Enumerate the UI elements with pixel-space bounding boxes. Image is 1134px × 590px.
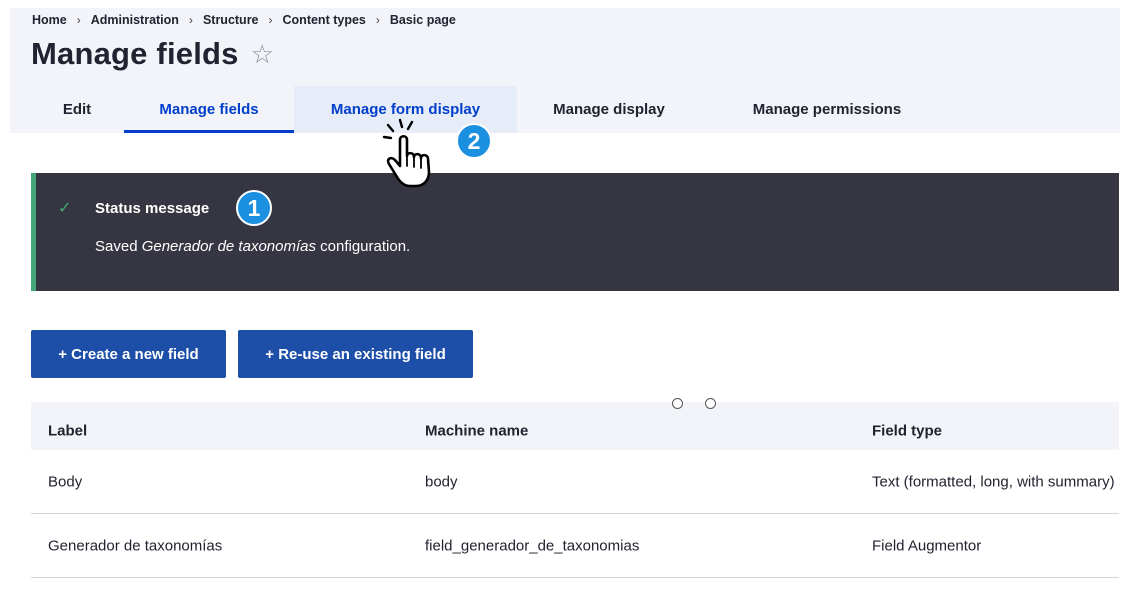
hand-pointer-cursor-icon: [382, 118, 431, 188]
row-machine-name: field_generador_de_taxonomias: [425, 537, 640, 554]
column-header-machine-name: Machine name: [425, 422, 529, 440]
status-text-entity: Generador de taxonomías: [141, 238, 316, 255]
step-badge-1: 1: [236, 190, 272, 226]
loading-dot: [705, 398, 716, 409]
check-icon: ✓: [58, 200, 72, 217]
breadcrumb-content-types[interactable]: Content types: [283, 13, 366, 27]
breadcrumb-administration[interactable]: Administration: [91, 13, 179, 27]
breadcrumb-separator: ›: [268, 13, 273, 27]
breadcrumb-separator: ›: [76, 13, 81, 27]
status-text-after: configuration.: [315, 238, 411, 255]
row-field-type: Text (formatted, long, with summary): [872, 473, 1115, 490]
reuse-existing-field-button[interactable]: + Re-use an existing field: [238, 330, 473, 378]
status-text: Saved Generador de taxonomías configurat…: [95, 238, 410, 255]
page-title-row: Manage fields ☆: [31, 36, 274, 72]
breadcrumb-separator: ›: [375, 13, 380, 27]
status-message: ✓ Status message Saved Generador de taxo…: [31, 173, 1119, 291]
breadcrumb: Home › Administration › Structure › Cont…: [32, 13, 456, 27]
loading-dot: [672, 398, 683, 409]
breadcrumb-structure[interactable]: Structure: [203, 13, 259, 27]
tab-manage-permissions[interactable]: Manage permissions: [701, 86, 953, 133]
primary-tabs: Edit Manage fields Manage form display M…: [30, 86, 953, 133]
column-header-field-type: Field type: [872, 422, 943, 440]
tab-manage-display[interactable]: Manage display: [517, 86, 701, 133]
table-row: Generador de taxonomías field_generador_…: [31, 514, 1119, 578]
tab-manage-fields[interactable]: Manage fields: [124, 86, 294, 133]
tab-edit[interactable]: Edit: [30, 86, 124, 133]
table-row: Body body Text (formatted, long, with su…: [31, 450, 1119, 514]
star-icon[interactable]: ☆: [251, 41, 274, 67]
row-machine-name: body: [425, 473, 458, 490]
page-title: Manage fields: [31, 36, 239, 71]
step-badge-2: 2: [456, 123, 492, 159]
breadcrumb-separator: ›: [188, 13, 193, 27]
status-title: Status message: [95, 200, 210, 217]
status-text-before: Saved: [95, 238, 142, 255]
breadcrumb-home[interactable]: Home: [32, 13, 67, 27]
fields-table: Label Machine name Field type Body body …: [31, 402, 1119, 578]
row-label: Generador de taxonomías: [48, 537, 223, 554]
table-header: Label Machine name Field type: [31, 402, 1119, 450]
create-new-field-button[interactable]: + Create a new field: [31, 330, 226, 378]
column-header-label: Label: [48, 422, 88, 440]
breadcrumb-basic-page[interactable]: Basic page: [390, 13, 456, 27]
loading-indicator: [672, 398, 716, 409]
row-label: Body: [48, 473, 83, 490]
row-field-type: Field Augmentor: [872, 537, 982, 554]
